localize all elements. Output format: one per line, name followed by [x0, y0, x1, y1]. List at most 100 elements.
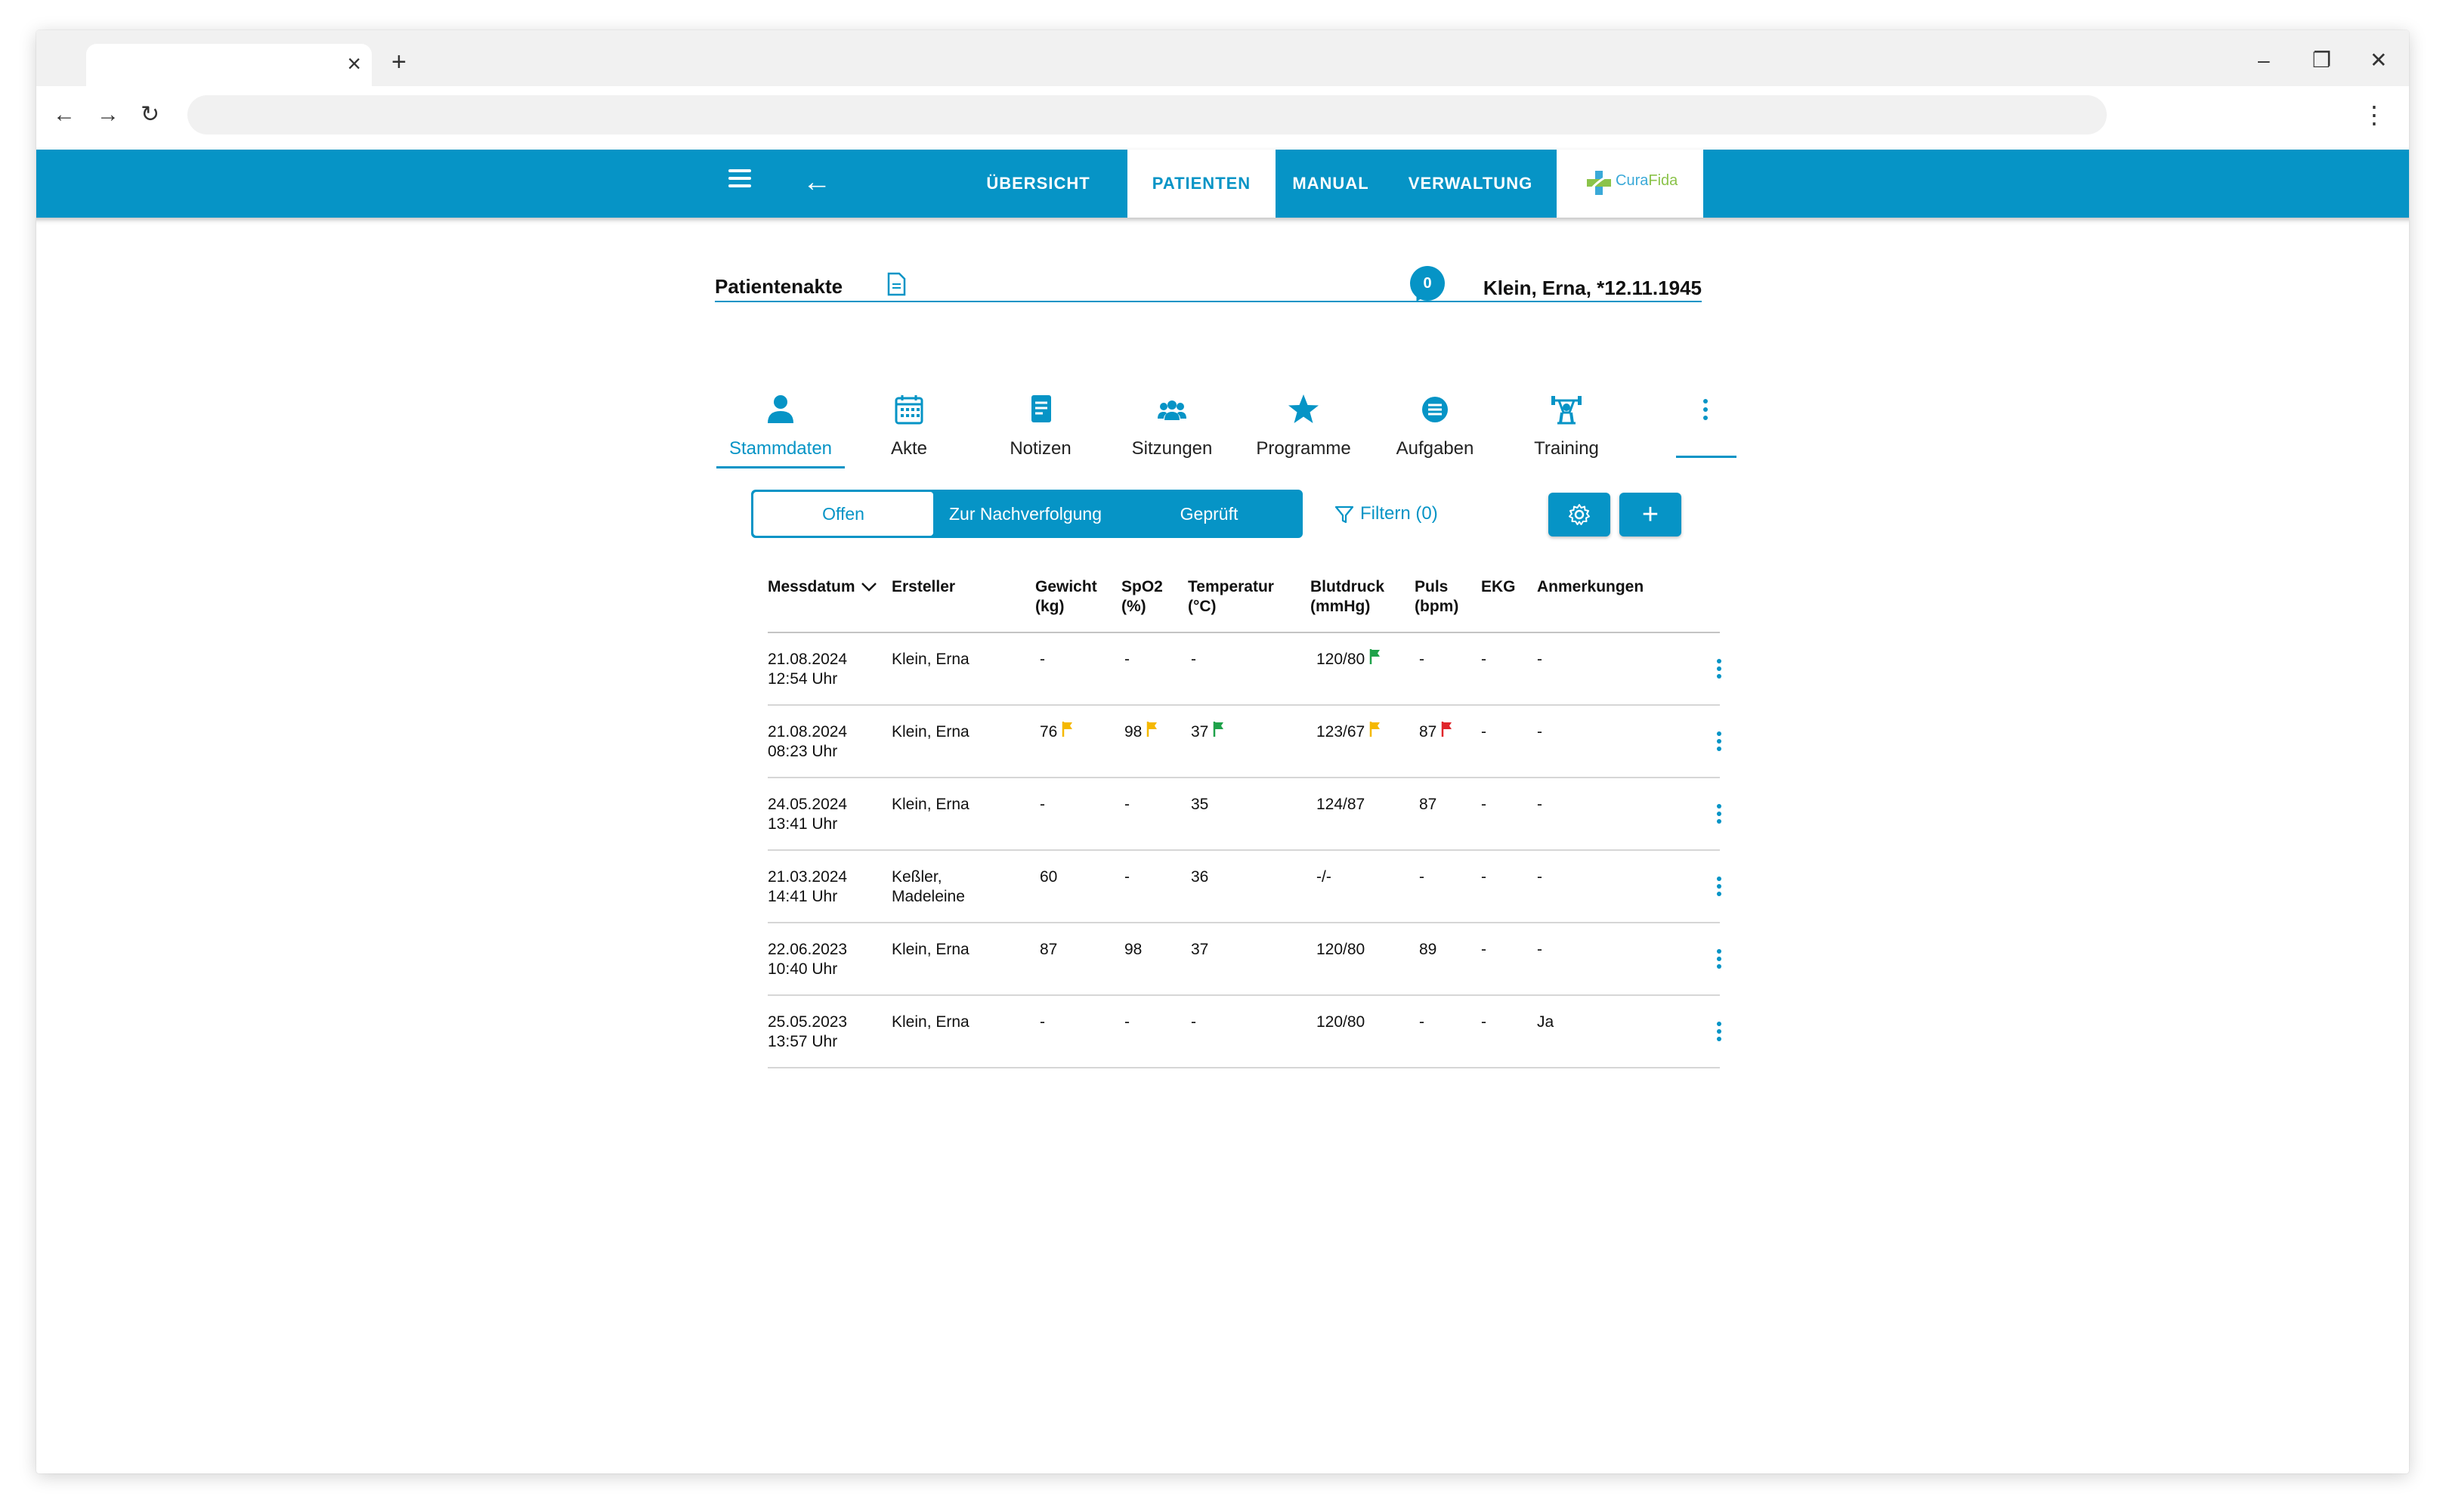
cell-messdatum: 21.08.2024 08:23 Uhr — [768, 722, 847, 762]
browser-tab[interactable]: × — [86, 44, 372, 86]
cell-text: - — [1191, 651, 1196, 668]
segment-zur-nachverfolgung[interactable]: Zur Nachverfolgung — [933, 492, 1118, 536]
col-header-puls: Puls (bpm) — [1415, 578, 1459, 615]
cell-messdatum: 24.05.2024 13:41 Uhr — [768, 795, 847, 834]
tab-label: Sitzungen — [1131, 438, 1213, 459]
forward-icon[interactable]: → — [97, 100, 119, 130]
cell-text: 124/87 — [1316, 796, 1365, 813]
filter-label: Filtern (0) — [1360, 503, 1438, 524]
cell-text: 120/80 — [1316, 941, 1365, 958]
table-row[interactable]: 22.06.2023 10:40 Uhr Klein, Erna 87 98 37 120/… — [768, 923, 1721, 996]
cell-text: 10:40 Uhr — [768, 960, 838, 978]
table-row[interactable]: 24.05.2024 13:41 Uhr Klein, Erna - - 35 124/87… — [768, 778, 1721, 851]
nav-uebersicht[interactable]: ÜBERSICHT — [964, 150, 1112, 218]
cell-messdatum: 22.06.2023 10:40 Uhr — [768, 940, 847, 979]
cell-messdatum: 21.03.2024 14:41 Uhr — [768, 867, 847, 907]
cell-temperatur: - — [1191, 650, 1196, 669]
tab-stammdaten[interactable]: Stammdaten — [716, 385, 845, 468]
status-segmented-control: Offen Zur Nachverfolgung Geprüft — [751, 490, 1303, 538]
cell-temperatur: - — [1191, 1013, 1196, 1032]
cell-text: 35 — [1191, 796, 1209, 813]
cell-ersteller: Keßler, Madeleine — [892, 867, 965, 907]
row-more-vert-icon[interactable] — [1717, 877, 1721, 899]
tab-training[interactable]: Training — [1502, 385, 1631, 468]
cell-text: - — [1191, 1013, 1196, 1031]
row-more-vert-icon[interactable] — [1717, 731, 1721, 754]
add-measurement-button[interactable]: + — [1619, 493, 1681, 536]
cell-puls: 89 — [1419, 940, 1436, 960]
table-row[interactable]: 21.08.2024 12:54 Uhr Klein, Erna - - - 120/80 -… — [768, 633, 1721, 706]
cell-puls: 87 — [1419, 795, 1436, 815]
close-window-icon[interactable]: ✕ — [2370, 45, 2387, 76]
row-more-vert-icon[interactable] — [1717, 804, 1721, 827]
tab-close-icon[interactable]: × — [347, 48, 361, 79]
table-row[interactable]: 21.08.2024 08:23 Uhr Klein, Erna 76 98 37 123/… — [768, 706, 1721, 778]
cell-text: 12:54 Uhr — [768, 670, 838, 688]
cell-text: 25.05.2023 — [768, 1013, 848, 1031]
cell-text: 87 — [1419, 796, 1437, 813]
more-tabs-button[interactable] — [1676, 385, 1736, 458]
back-arrow-icon[interactable]: ← — [802, 163, 831, 201]
row-more-vert-icon[interactable] — [1717, 1022, 1721, 1044]
cell-anmerkungen: - — [1537, 940, 1542, 960]
cell-text: - — [1419, 1013, 1424, 1031]
cell-blutdruck: 120/80 — [1316, 649, 1381, 669]
cell-text: - — [1481, 651, 1486, 668]
back-icon[interactable]: ← — [53, 100, 76, 130]
row-more-vert-icon[interactable] — [1717, 659, 1721, 682]
tab-akte[interactable]: Akte — [845, 385, 973, 468]
note-icon — [1031, 395, 1051, 422]
restore-icon[interactable]: ❐ — [2312, 45, 2331, 76]
tab-notizen[interactable]: Notizen — [976, 385, 1105, 468]
browser-menu-icon[interactable]: ⋮ — [2362, 100, 2386, 130]
message-count-badge[interactable]: 0 — [1410, 266, 1445, 301]
segment-geprueft[interactable]: Geprüft — [1118, 492, 1300, 536]
nav-verwaltung[interactable]: VERWALTUNG — [1387, 150, 1554, 218]
curafida-logo[interactable]: CuraFida — [1557, 150, 1703, 218]
table-row[interactable]: 25.05.2023 13:57 Uhr Klein, Erna - - - 120/80 -… — [768, 996, 1721, 1068]
table-row[interactable]: 21.03.2024 14:41 Uhr Keßler, Madeleine 60 - 36… — [768, 851, 1721, 923]
nav-manual[interactable]: MANUAL — [1282, 150, 1380, 218]
col-header-messdatum[interactable]: Messdatum — [768, 577, 877, 597]
tab-aufgaben[interactable]: Aufgaben — [1371, 385, 1499, 468]
tab-label: Training — [1534, 438, 1599, 459]
page-title: Patientenakte — [715, 275, 843, 298]
hamburger-menu-icon[interactable] — [728, 169, 751, 187]
logo-cross-icon — [1587, 171, 1611, 195]
row-more-vert-icon[interactable] — [1717, 949, 1721, 972]
cell-text: - — [1124, 868, 1130, 886]
cell-text: -/- — [1316, 868, 1331, 886]
col-header-temperatur: Temperatur (°C) — [1188, 578, 1274, 615]
cell-text: - — [1537, 723, 1542, 741]
cell-text: 08:23 Uhr — [768, 743, 838, 760]
document-icon[interactable] — [886, 272, 907, 296]
cell-text: Klein, Erna — [892, 651, 969, 668]
cell-puls: 87 — [1419, 722, 1453, 742]
sort-chevron-down-icon[interactable] — [861, 582, 877, 592]
cell-text: - — [1537, 796, 1542, 813]
address-bar[interactable] — [187, 95, 2107, 135]
cell-text: - — [1124, 1013, 1130, 1031]
segment-offen[interactable]: Offen — [753, 492, 933, 536]
tab-programme[interactable]: Programme — [1239, 385, 1368, 468]
browser-toolbar: ← → ↻ ⋮ — [36, 86, 2409, 144]
cell-blutdruck: 124/87 — [1316, 795, 1365, 815]
filter-button[interactable]: Filtern (0) — [1334, 500, 1438, 527]
cell-messdatum: 25.05.2023 13:57 Uhr — [768, 1013, 847, 1052]
cell-blutdruck: 123/67 — [1316, 722, 1381, 742]
cell-text: - — [1124, 651, 1130, 668]
cell-text: 37 — [1191, 941, 1209, 958]
reload-icon[interactable]: ↻ — [141, 100, 159, 130]
new-tab-icon[interactable]: + — [391, 47, 407, 77]
red-flag-icon — [1436, 722, 1453, 741]
nav-patienten[interactable]: PATIENTEN — [1127, 150, 1276, 218]
cell-spo2: 98 — [1124, 940, 1142, 960]
tab-sitzungen[interactable]: Sitzungen — [1108, 385, 1236, 468]
cell-text: 120/80 — [1316, 651, 1365, 668]
cell-text: - — [1537, 941, 1542, 958]
cell-anmerkungen: - — [1537, 795, 1542, 815]
cell-text: - — [1419, 868, 1424, 886]
settings-button[interactable] — [1548, 493, 1610, 536]
cell-text: - — [1419, 651, 1424, 668]
minimize-icon[interactable]: – — [2258, 45, 2270, 76]
